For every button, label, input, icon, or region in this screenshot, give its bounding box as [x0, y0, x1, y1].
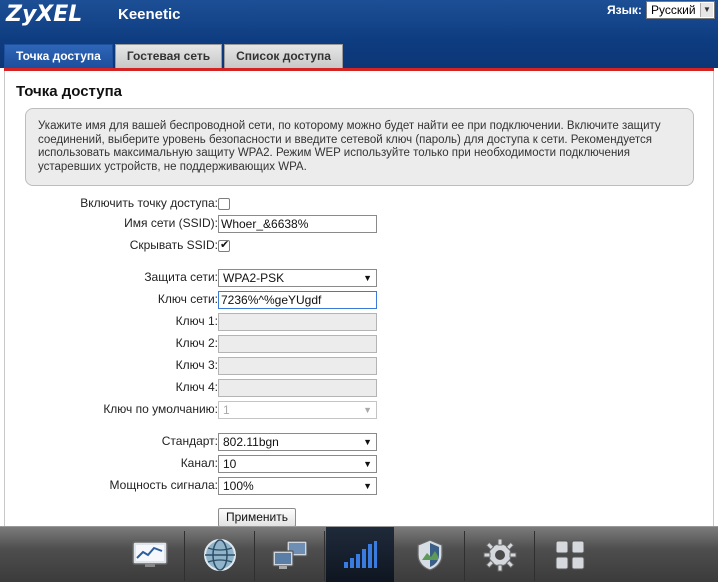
dock-separator: [184, 531, 185, 581]
tab-guest-network[interactable]: Гостевая сеть: [114, 44, 223, 68]
dock-security[interactable]: [396, 527, 464, 582]
key2-input[interactable]: [218, 335, 377, 353]
apps-grid-icon: [555, 540, 585, 570]
key1-label: Ключ 1:: [175, 314, 218, 328]
bottom-dock: [0, 526, 718, 582]
security-row: Защита сети: WPA2-PSK ▼: [5, 269, 715, 287]
network-computers-icon: [272, 540, 308, 569]
chevron-down-icon: ▼: [700, 3, 713, 17]
power-row: Мощность сигнала: 100% ▼: [5, 477, 715, 495]
security-select-value: WPA2-PSK: [223, 271, 285, 285]
hide-ssid-row: Скрывать SSID: ✔: [5, 237, 715, 255]
wifi-signal-bars-icon: [344, 541, 377, 568]
default-key-value: 1: [223, 403, 230, 417]
dock-internet[interactable]: [186, 527, 254, 582]
chevron-down-icon: ▼: [363, 459, 372, 469]
tab-access-point[interactable]: Точка доступа: [4, 44, 113, 68]
language-select[interactable]: Русский ▼: [646, 1, 715, 19]
key3-input[interactable]: [218, 357, 377, 375]
language-select-value: Русский: [651, 3, 696, 17]
key3-row: Ключ 3:: [5, 357, 715, 375]
ssid-input[interactable]: Whoer_&6638%: [218, 215, 377, 233]
dock-separator: [464, 531, 465, 581]
power-select[interactable]: 100% ▼: [218, 477, 377, 495]
key4-row: Ключ 4:: [5, 379, 715, 397]
dock-system[interactable]: [466, 527, 534, 582]
standard-label: Стандарт:: [161, 434, 218, 448]
ssid-label: Имя сети (SSID):: [124, 216, 218, 230]
key2-row: Ключ 2:: [5, 335, 715, 353]
key1-row: Ключ 1:: [5, 313, 715, 331]
key3-label: Ключ 3:: [175, 358, 218, 372]
apply-button[interactable]: Применить: [218, 508, 296, 527]
standard-select-value: 802.11bgn: [223, 435, 279, 449]
chevron-down-icon: ▼: [363, 273, 372, 283]
dock-monitor[interactable]: [116, 527, 184, 582]
channel-label: Канал:: [180, 456, 218, 470]
key1-input[interactable]: [218, 313, 377, 331]
enable-ap-checkbox[interactable]: [218, 198, 230, 210]
dock-home-network[interactable]: [256, 527, 324, 582]
standard-row: Стандарт: 802.11bgn ▼: [5, 433, 715, 451]
channel-select-value: 10: [223, 457, 237, 471]
power-label: Мощность сигнала:: [109, 478, 218, 492]
network-key-input[interactable]: 7236%^%geYUgdf: [218, 291, 377, 309]
hide-ssid-checkbox[interactable]: ✔: [218, 239, 230, 252]
checkmark-icon: ✔: [220, 239, 230, 251]
network-key-row: Ключ сети: 7236%^%geYUgdf: [5, 291, 715, 309]
standard-select[interactable]: 802.11bgn ▼: [218, 433, 377, 451]
network-key-label: Ключ сети:: [157, 292, 218, 306]
top-header: ZyXEL Keenetic Язык: Русский ▼ Точка дос…: [0, 0, 718, 68]
dock-separator: [534, 531, 535, 581]
zyxel-logo: ZyXEL: [6, 2, 83, 27]
dock-separator: [324, 531, 325, 581]
power-select-value: 100%: [223, 479, 254, 493]
channel-select[interactable]: 10 ▼: [218, 455, 377, 473]
info-box: Укажите имя для вашей беспроводной сети,…: [25, 108, 694, 186]
globe-icon: [204, 539, 236, 571]
default-key-label: Ключ по умолчанию:: [103, 402, 218, 416]
security-label: Защита сети:: [144, 270, 218, 284]
page-title: Точка доступа: [16, 83, 123, 100]
language-label: Язык:: [607, 3, 642, 17]
tab-bar: Точка доступа Гостевая сеть Список досту…: [4, 44, 345, 68]
dock-wifi[interactable]: [326, 527, 394, 582]
dock-apps[interactable]: [536, 527, 604, 582]
chevron-down-icon: ▼: [363, 405, 372, 415]
product-name: Keenetic: [118, 6, 181, 23]
security-select[interactable]: WPA2-PSK ▼: [218, 269, 377, 287]
enable-ap-label: Включить точку доступа:: [80, 196, 218, 210]
key4-label: Ключ 4:: [175, 380, 218, 394]
main-content: Точка доступа Укажите имя для вашей бесп…: [4, 71, 715, 527]
enable-ap-row: Включить точку доступа:: [5, 195, 715, 213]
monitor-chart-icon: [132, 541, 168, 567]
channel-row: Канал: 10 ▼: [5, 455, 715, 473]
dock-separator: [254, 531, 255, 581]
shield-icon: [417, 539, 443, 571]
chevron-down-icon: ▼: [363, 437, 372, 447]
chevron-down-icon: ▼: [363, 481, 372, 491]
key2-label: Ключ 2:: [175, 336, 218, 350]
ssid-row: Имя сети (SSID): Whoer_&6638%: [5, 215, 715, 233]
default-key-select[interactable]: 1 ▼: [218, 401, 377, 419]
tab-access-list[interactable]: Список доступа: [224, 44, 343, 68]
key4-input[interactable]: [218, 379, 377, 397]
gear-icon: [483, 538, 517, 572]
default-key-row: Ключ по умолчанию: 1 ▼: [5, 401, 715, 419]
hide-ssid-label: Скрывать SSID:: [129, 238, 218, 252]
